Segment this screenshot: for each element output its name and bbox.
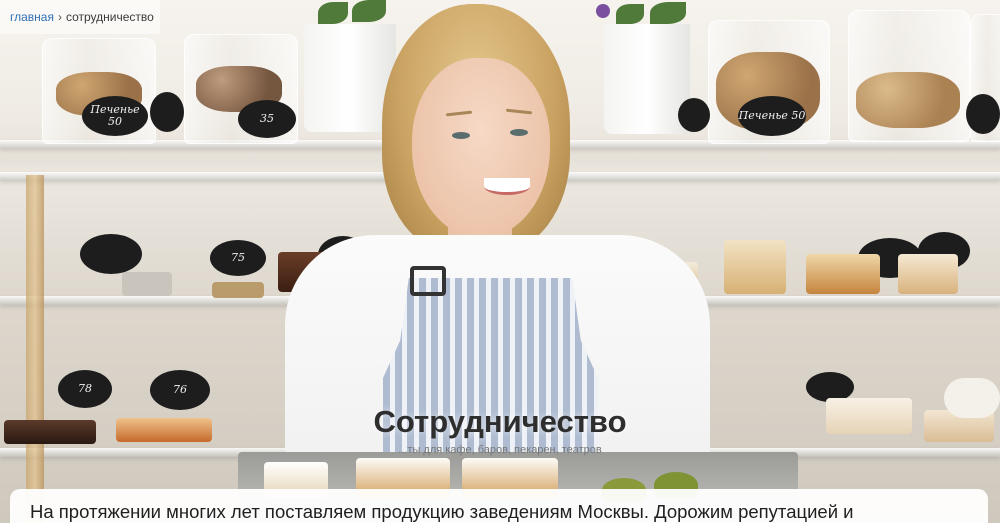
price-tag: 78 <box>58 370 112 408</box>
breadcrumb: главная › сотрудничество <box>0 0 160 34</box>
price-tag: 76 <box>150 370 210 410</box>
price-tag <box>678 98 710 132</box>
plant-pot <box>604 24 690 134</box>
apron-buckle <box>410 266 446 296</box>
plant-leaf <box>616 4 644 24</box>
breadcrumb-current: сотрудничество <box>65 10 154 24</box>
cake <box>826 398 912 434</box>
shelf-post <box>26 175 44 523</box>
price-tag: 75 <box>210 240 266 276</box>
page-title: Сотрудничество <box>373 404 627 439</box>
cake <box>724 240 786 294</box>
cake <box>806 254 880 294</box>
price-tag: Печенье 50 <box>82 96 148 136</box>
person-eye <box>510 129 528 136</box>
cake <box>116 418 212 442</box>
plant-leaf <box>318 2 348 24</box>
page: Печенье 50 35 Печенье 50 75 78 76 главна… <box>0 0 1000 523</box>
person-face <box>412 58 550 238</box>
person-smile <box>484 178 530 195</box>
cake <box>212 282 264 298</box>
flower <box>596 4 610 18</box>
cake <box>4 420 96 444</box>
price-tag: 35 <box>238 100 296 138</box>
plant-leaf <box>352 0 386 22</box>
breadcrumb-home-link[interactable]: главная <box>10 10 54 24</box>
plant-leaf <box>650 2 686 24</box>
person-eye <box>452 132 470 139</box>
price-tag <box>80 234 142 274</box>
page-subtitle: ...ты для кафе, баров, пекарен, театров <box>398 444 602 456</box>
intro-paragraph: На протяжении многих лет поставляем прод… <box>30 501 854 522</box>
cookies <box>856 72 960 128</box>
price-tag <box>150 92 184 132</box>
cake <box>944 378 1000 418</box>
price-tag: Печенье 50 <box>738 96 806 136</box>
cake <box>122 272 172 296</box>
price-tag <box>966 94 1000 134</box>
breadcrumb-separator: › <box>57 10 62 24</box>
content-card: На протяжении многих лет поставляем прод… <box>10 489 988 523</box>
cake <box>898 254 958 294</box>
